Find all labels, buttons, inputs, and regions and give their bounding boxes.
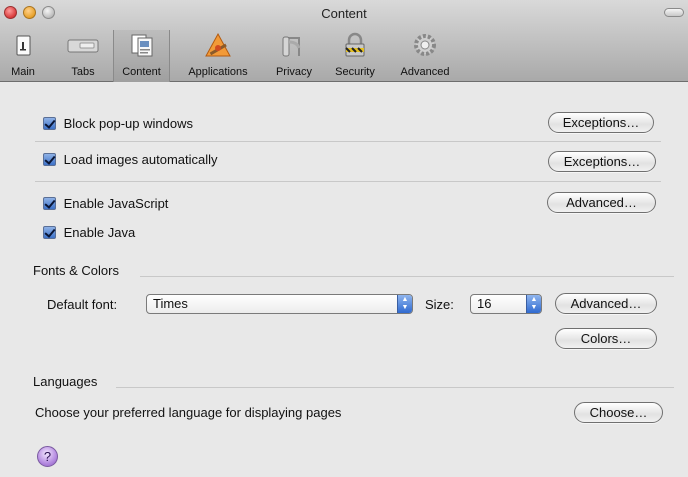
java-checkbox[interactable] (43, 226, 56, 240)
divider (35, 141, 661, 142)
block-popups-checkbox[interactable] (43, 117, 56, 131)
size-label: Size: (425, 297, 454, 312)
javascript-row: Enable JavaScript (43, 195, 168, 211)
divider (116, 387, 674, 388)
content-pane: Block pop-up windows Exceptions… Load im… (0, 83, 688, 477)
advanced-icon (414, 34, 436, 56)
java-row: Enable Java (43, 224, 135, 240)
choose-language-button[interactable]: Choose… (574, 402, 663, 423)
images-exceptions-button[interactable]: Exceptions… (548, 151, 656, 172)
tab-applications-label: Applications (188, 66, 248, 78)
tab-tabs[interactable]: Tabs (64, 30, 102, 82)
tab-content-label: Content (122, 66, 161, 78)
javascript-checkbox[interactable] (43, 197, 56, 211)
colors-button[interactable]: Colors… (555, 328, 657, 349)
tabs-icon (67, 39, 99, 53)
window-title: Content (321, 6, 367, 21)
block-popups-label: Block pop-up windows (63, 116, 193, 132)
block-popups-row: Block pop-up windows (43, 115, 193, 131)
load-images-row: Load images automatically (43, 151, 218, 167)
help-button[interactable]: ? (37, 446, 58, 467)
fonts-colors-heading: Fonts & Colors (33, 263, 119, 278)
load-images-checkbox[interactable] (43, 153, 56, 167)
tab-advanced-label: Advanced (400, 66, 450, 78)
fonts-advanced-button[interactable]: Advanced… (555, 293, 657, 314)
tab-privacy[interactable]: Privacy (270, 30, 318, 82)
default-font-label: Default font: (47, 297, 118, 312)
tab-security[interactable]: Security (328, 30, 382, 82)
content-icon (131, 34, 152, 57)
load-images-label: Load images automatically (63, 152, 218, 168)
languages-heading: Languages (33, 374, 98, 389)
applications-icon (205, 32, 231, 57)
tab-tabs-label: Tabs (71, 66, 95, 78)
tab-main-label: Main (11, 66, 35, 78)
java-label: Enable Java (63, 225, 136, 241)
tab-advanced[interactable]: Advanced (393, 30, 457, 82)
tab-privacy-label: Privacy (275, 66, 313, 78)
main-icon (16, 35, 31, 56)
font-size-select[interactable]: 16 ▲ ▼ (470, 294, 542, 314)
toolbar-toggle-button[interactable] (664, 8, 684, 17)
javascript-label: Enable JavaScript (63, 196, 169, 212)
divider (35, 181, 661, 182)
divider (140, 276, 674, 277)
preferences-window: Content Main Tabs Content Applications P… (0, 0, 688, 477)
languages-description: Choose your preferred language for displ… (35, 405, 342, 420)
popups-exceptions-button[interactable]: Exceptions… (548, 112, 654, 133)
title-bar: Content Main Tabs Content Applications P… (0, 0, 688, 82)
tab-security-label: Security (335, 66, 375, 78)
tab-content[interactable]: Content (113, 30, 170, 82)
help-icon: ? (43, 449, 52, 464)
default-font-select[interactable]: Times ▲ ▼ (146, 294, 413, 314)
font-size-value: 16 (477, 296, 492, 311)
select-arrows-icon: ▲ ▼ (526, 295, 541, 313)
security-icon (345, 32, 365, 57)
privacy-icon (282, 36, 301, 57)
tab-main[interactable]: Main (4, 30, 42, 82)
tab-applications[interactable]: Applications (177, 30, 259, 82)
default-font-value: Times (153, 296, 188, 311)
select-arrows-icon: ▲ ▼ (397, 295, 412, 313)
javascript-advanced-button[interactable]: Advanced… (547, 192, 656, 213)
